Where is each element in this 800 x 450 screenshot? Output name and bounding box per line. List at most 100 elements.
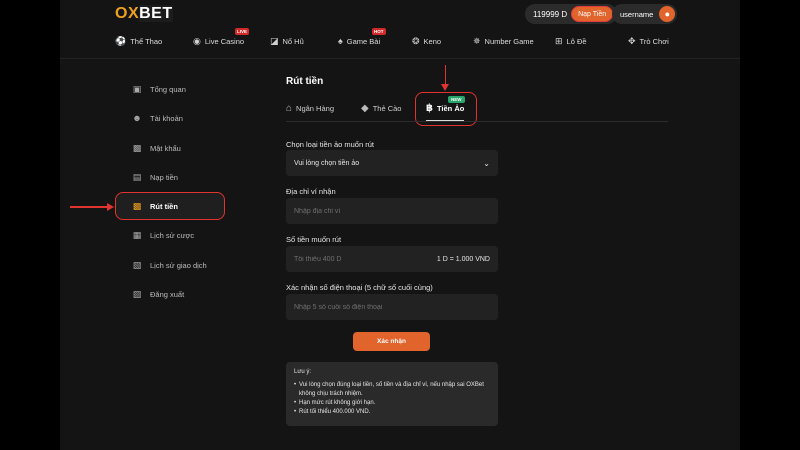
wallet-address-input[interactable] [294,207,490,215]
nav-item-game-bai[interactable]: ♠ Game Bài HOT [338,28,386,46]
sidebar-item-label: Đăng xuất [150,289,185,299]
nav-label: Trò Chơi [639,37,669,46]
logo[interactable]: OXBET [115,5,173,23]
nav-divider [60,58,740,59]
note-item: Vui lòng chọn đúng loại tiền, số tiền và… [294,381,490,399]
tab-label: Tiền Ảo [436,104,465,113]
main-nav: ⚽ Thể Thao ◉ Live Casino LIVE ◪ Nổ Hũ ♠ … [60,28,740,56]
withdraw-icon: ▩ [132,200,142,211]
sidebar-item-label: Tổng quan [150,84,186,94]
tab-arrow-line [444,65,446,85]
phone-confirm-input[interactable] [294,303,490,311]
coin-type-select[interactable]: Vui lòng chọn tiền ảo ⌄ [286,150,498,176]
sidebar-item-mat-khau[interactable]: ▩ Mật khẩu [132,140,181,156]
wallet-address-label: Địa chỉ ví nhận [286,187,336,196]
tab-tien-ao[interactable]: ฿ Tiền Ảo [426,103,464,114]
logout-icon: ▨ [132,288,142,299]
nav-label: Thể Thao [130,37,163,46]
nav-label: Nổ Hũ [282,37,304,46]
live-badge: LIVE [235,28,250,35]
sidebar-item-label: Nạp tiền [150,172,178,182]
sidebar-item-label: Mật khẩu [150,143,181,153]
username: username [620,9,654,19]
transaction-history-icon: ▧ [132,259,142,270]
nav-item-number-game[interactable]: ✵ Number Game [473,36,534,47]
deposit-button[interactable]: Nạp Tiền [571,6,614,22]
sidebar-item-label: Tài khoản [150,113,183,123]
card-icon: ◆ [361,103,369,114]
lock-icon: ▩ [132,142,142,153]
note-item: Hạn mức rút không giới hạn. [294,399,490,408]
nav-label: Game Bài [346,36,381,46]
note-title: Lưu ý: [294,369,312,375]
nav-label: Number Game [484,37,534,46]
sidebar-item-label: Lịch sử cược [150,230,195,240]
tab-label: Thẻ Cào [372,104,402,113]
sidebar-arrow-head [107,202,114,211]
lottery-icon: ⊞ [555,36,563,46]
sidebar-item-label: Lịch sử giao dịch [150,260,207,270]
sidebar-item-tong-quan[interactable]: ▣ Tổng quan [132,81,186,97]
sidebar-item-lich-su-giao-dich[interactable]: ▧ Lịch sử giao dịch [132,257,207,273]
exchange-rate: 1 D = 1.000 VND [436,255,490,263]
note-list: Vui lòng chọn đúng loại tiền, số tiền và… [294,381,490,417]
note-box: Lưu ý: Vui lòng chọn đúng loại tiền, số … [286,362,498,426]
cards-icon: ♠ [338,36,343,46]
avatar-icon[interactable]: ● [659,6,676,22]
nav-label: Lô Đề [566,37,587,46]
tab-label: Ngân Hàng [296,104,334,113]
amount-input[interactable] [294,255,412,263]
bitcoin-icon: ฿ [426,103,433,114]
tab-ngan-hang[interactable]: ⌂ Ngân Hàng [286,103,334,114]
bet-history-icon: ▦ [132,229,142,240]
nav-item-live-casino[interactable]: ◉ Live Casino LIVE [193,28,250,47]
logo-bet: BET [139,5,173,22]
sidebar-arrow-line [70,206,110,208]
logo-ox: OX [115,5,140,22]
overview-icon: ▣ [132,83,142,94]
coin-type-label: Chọn loại tiền ảo muốn rút [286,140,374,149]
sidebar-item-label: Rút tiền [150,201,178,211]
casino-chip-icon: ◉ [193,36,201,46]
user-menu[interactable]: username ● [612,4,678,24]
confirm-button[interactable]: Xác nhận [353,332,430,351]
soccer-ball-icon: ⚽ [115,36,127,46]
nav-label: Live Casino [204,37,245,46]
phone-confirm-field [286,294,498,320]
nav-item-tro-choi[interactable]: ✥ Trò Chơi [628,36,669,47]
note-item: Rút tối thiểu 400.000 VND. [294,408,490,417]
page: OXBET 119999 D Nạp Tiền username ● ⚽ Thể… [60,0,740,450]
sidebar-item-tai-khoan[interactable]: ☻ Tài khoản [132,110,183,126]
user-icon: ☻ [132,113,142,123]
keno-icon: ❂ [412,36,420,46]
nav-label: Keno [423,37,442,46]
sidebar-item-dang-xuat[interactable]: ▨ Đăng xuất [132,286,184,302]
tab-the-cao[interactable]: ◆ Thẻ Cào [361,103,401,114]
tab-arrow-head [441,84,449,91]
balance-amount: 119999 D [533,9,568,19]
wallet-address-field [286,198,498,224]
nav-item-the-thao[interactable]: ⚽ Thể Thao [115,36,162,47]
amount-label: Số tiền muốn rút [286,235,342,244]
hot-badge: HOT [372,28,386,35]
balance-pill: 119999 D Nạp Tiền [525,4,618,24]
gamepad-icon: ✥ [628,36,636,46]
page-title: Rút tiền [286,76,324,87]
phone-confirm-label: Xác nhận số điện thoại (5 chữ số cuối cù… [286,283,433,292]
nav-item-lo-de[interactable]: ⊞ Lô Đề [555,36,587,47]
sidebar-item-nap-tien[interactable]: ▤ Nạp tiền [132,169,178,185]
slot-machine-icon: ◪ [270,36,279,46]
amount-field: 1 D = 1.000 VND [286,246,498,272]
chevron-down-icon: ⌄ [483,158,490,168]
top-bar: OXBET 119999 D Nạp Tiền username ● [60,0,740,28]
nav-item-keno[interactable]: ❂ Keno [412,36,441,47]
new-badge: NEW [448,96,465,103]
tabs-divider [286,121,668,122]
coin-type-value: Vui lòng chọn tiền ảo [294,159,360,167]
bank-icon: ⌂ [286,103,293,114]
nav-item-no-hu[interactable]: ◪ Nổ Hũ [270,36,304,47]
sidebar-item-lich-su-cuoc[interactable]: ▦ Lịch sử cược [132,227,194,243]
number-game-icon: ✵ [473,36,481,46]
deposit-icon: ▤ [132,171,142,182]
sidebar-item-rut-tien[interactable]: ▩ Rút tiền [132,198,178,214]
